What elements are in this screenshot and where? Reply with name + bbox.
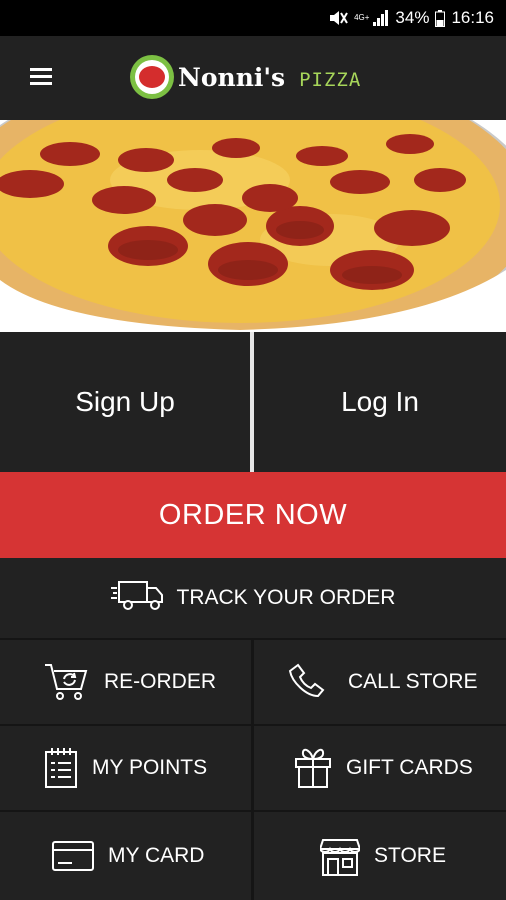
- status-bar: 4G+ 34% 16:16: [0, 0, 506, 36]
- my-card-label: MY CARD: [108, 844, 205, 867]
- sign-up-button[interactable]: Sign Up: [0, 332, 250, 472]
- my-points-button[interactable]: MY POINTS: [0, 726, 251, 810]
- battery-percent: 34%: [395, 8, 430, 27]
- notepad-icon: [44, 747, 78, 789]
- hero-pizza-image: [0, 120, 506, 332]
- menu-icon[interactable]: [30, 68, 52, 86]
- order-now-button[interactable]: ORDER NOW: [0, 472, 506, 558]
- gift-cards-button[interactable]: GIFT CARDS: [254, 726, 506, 810]
- store-label: STORE: [374, 844, 446, 867]
- brand-subtitle: PIZZA: [299, 69, 362, 91]
- action-grid: RE-ORDER CALL STORE MY POINTS GIFT CARDS…: [0, 640, 506, 900]
- network-type: 4G+: [354, 13, 370, 22]
- brand-name: Nonni's: [178, 62, 286, 92]
- battery-icon: [435, 9, 446, 27]
- reorder-label: RE-ORDER: [104, 670, 217, 693]
- store-button[interactable]: STORE: [254, 812, 506, 900]
- call-store-button[interactable]: CALL STORE: [254, 640, 506, 724]
- auth-row: Sign Up Log In: [0, 332, 506, 472]
- call-store-label: CALL STORE: [348, 670, 478, 693]
- signal-icon: [373, 10, 389, 26]
- mute-icon: [328, 9, 348, 27]
- reorder-button[interactable]: RE-ORDER: [0, 640, 251, 724]
- gift-icon: [294, 747, 332, 789]
- track-order-button[interactable]: TRACK YOUR ORDER: [0, 558, 506, 640]
- log-in-button[interactable]: Log In: [254, 332, 506, 472]
- storefront-icon: [320, 836, 360, 876]
- gift-cards-label: GIFT CARDS: [346, 756, 473, 779]
- delivery-truck-icon: [110, 578, 165, 618]
- app-bar: Nonni's PIZZA: [0, 36, 506, 120]
- brand-logo: Nonni's PIZZA: [130, 54, 361, 100]
- phone-icon: [288, 663, 326, 701]
- cart-refresh-icon: [44, 662, 90, 702]
- track-order-label: TRACK YOUR ORDER: [176, 586, 396, 609]
- clock: 16:16: [451, 8, 494, 27]
- my-points-label: MY POINTS: [92, 756, 208, 779]
- credit-card-icon: [52, 840, 94, 872]
- my-card-button[interactable]: MY CARD: [0, 812, 251, 900]
- tomato-logo-icon: [130, 55, 174, 99]
